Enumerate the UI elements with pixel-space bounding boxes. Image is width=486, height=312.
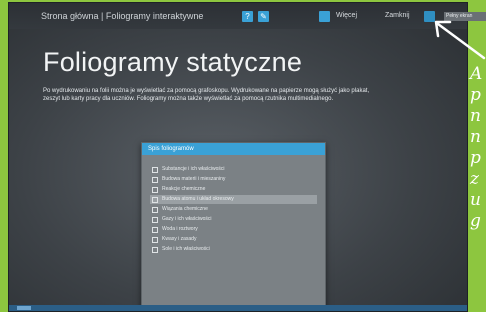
bottom-badge[interactable] [17, 306, 31, 310]
list-item[interactable]: Gazy i ich właściwości [150, 215, 317, 224]
annotation-letter: u [470, 190, 481, 210]
checkbox-icon [152, 246, 158, 253]
checkbox-icon [152, 216, 158, 223]
checkbox-icon [152, 236, 158, 243]
list-item[interactable]: Budowa atomu i układ okresowy [150, 195, 317, 204]
checkbox-icon [152, 226, 158, 233]
list-item[interactable]: Substancje i ich właściwości [150, 165, 317, 174]
more-button[interactable]: Więcej [336, 12, 357, 19]
list-item[interactable]: Wiązania chemiczne [150, 205, 317, 214]
list-item[interactable]: Kwasy i zasady [150, 235, 317, 244]
list-item[interactable]: Reakcje chemiczne [150, 185, 317, 194]
more-icon[interactable] [319, 11, 330, 22]
app-title[interactable]: Strona główna | Foliogramy interaktywne [41, 11, 203, 21]
page-title: Foliogramy statyczne [43, 47, 303, 77]
list-item[interactable]: Woda i roztwory [150, 225, 317, 234]
top-bar: Strona główna | Foliogramy interaktywne … [9, 3, 467, 29]
annotation-letter: g [470, 211, 481, 231]
panel-header: Spis foliogramów [142, 143, 325, 155]
checkbox-icon [152, 196, 158, 203]
foliogram-list-panel: Spis foliogramów Substancje i ich właści… [141, 142, 326, 309]
checkbox-icon [152, 186, 158, 193]
annotation-letter: p [470, 148, 481, 168]
checkbox-icon [152, 206, 158, 213]
foliogram-list: Substancje i ich właściwości Budowa mate… [142, 155, 325, 254]
list-item[interactable]: Budowa materii i mieszaniny [150, 175, 317, 184]
close-button[interactable]: Zamknij [385, 12, 410, 19]
list-item[interactable]: Sole i ich właściwości [150, 245, 317, 254]
edit-icon[interactable]: ✎ [258, 11, 269, 22]
checkbox-icon [152, 176, 158, 183]
annotation-letter: z [470, 169, 479, 189]
annotation-letter: A [470, 64, 483, 84]
annotation-letter: n [470, 127, 481, 147]
annotation-letter: n [470, 106, 481, 126]
help-icon[interactable]: ? [242, 11, 253, 22]
side-annotation: A p n n p z u g [470, 64, 486, 232]
bottom-bar [9, 305, 467, 311]
app-window: Strona główna | Foliogramy interaktywne … [8, 2, 468, 312]
page-description: Po wydrukowaniu na folii można je wyświe… [43, 88, 370, 102]
checkbox-icon [152, 166, 158, 173]
pointer-arrow-icon [434, 20, 486, 60]
annotation-letter: p [470, 85, 481, 105]
